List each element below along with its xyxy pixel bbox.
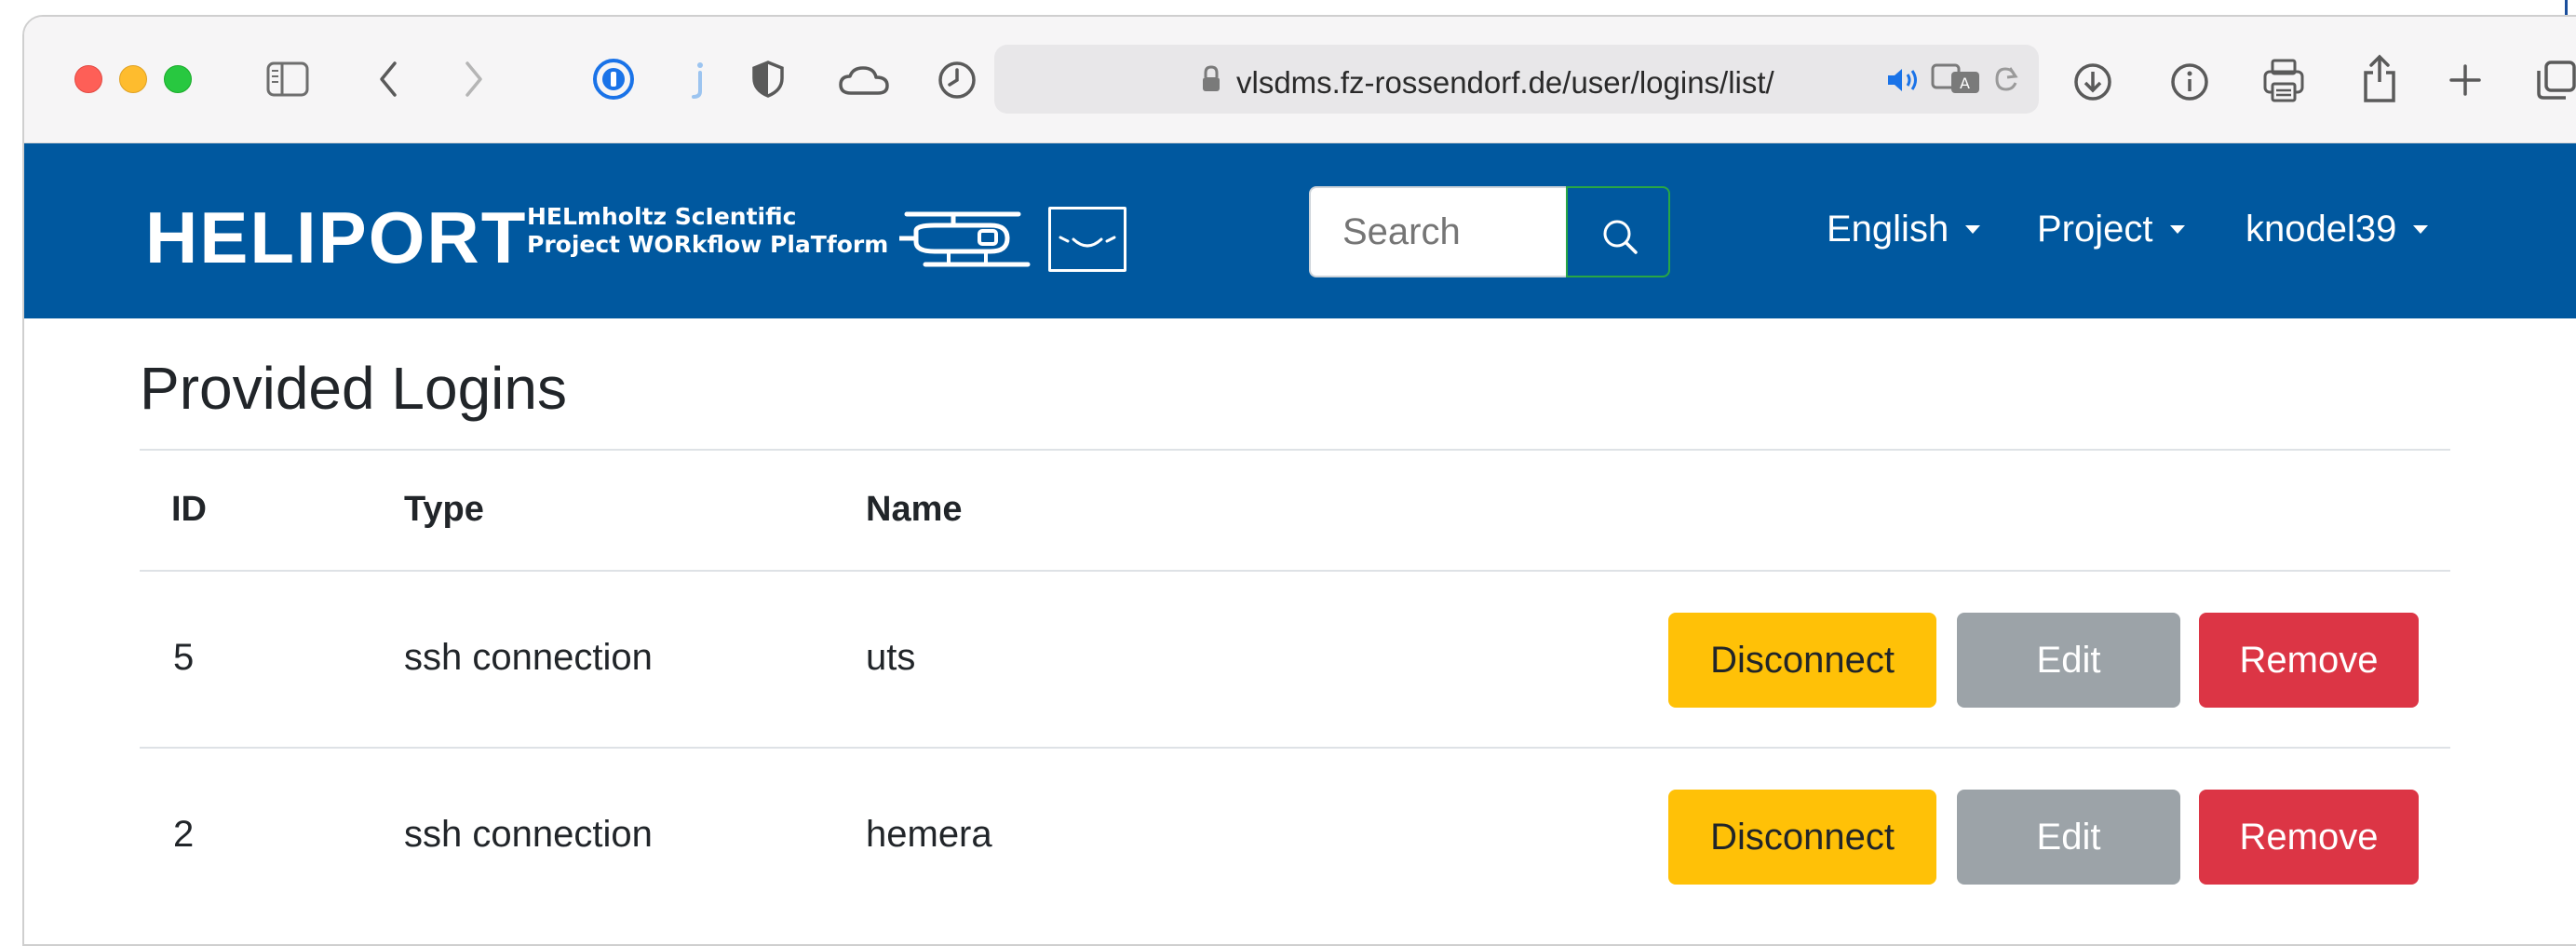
project-dropdown[interactable]: Project	[2037, 209, 2185, 250]
print-icon[interactable]	[2262, 58, 2305, 104]
minimize-window-button[interactable]	[119, 65, 147, 93]
back-icon[interactable]	[376, 60, 400, 99]
header-divider	[140, 570, 2450, 572]
chevron-down-icon	[1965, 225, 1981, 234]
row-id: 2	[173, 814, 195, 855]
edit-button[interactable]: Edit	[1957, 613, 2180, 708]
tab-overview-icon[interactable]	[2536, 60, 2576, 101]
search-icon	[1603, 220, 1638, 254]
desktop: vlsdms.fz-rossendorf.de/user/logins/list…	[0, 0, 2576, 946]
lock-icon	[1201, 65, 1221, 98]
language-dropdown[interactable]: English	[1827, 209, 1981, 250]
search-input[interactable]	[1309, 186, 1566, 277]
fullscreen-window-button[interactable]	[164, 65, 192, 93]
history-icon[interactable]	[937, 60, 978, 101]
search-button[interactable]	[1566, 186, 1670, 277]
url-text: vlsdms.fz-rossendorf.de/user/logins/list…	[1236, 65, 1774, 100]
user-dropdown[interactable]: knodel39	[2246, 209, 2429, 250]
title-divider	[140, 449, 2450, 451]
svg-text:A: A	[1960, 74, 1970, 92]
brand-logo-text[interactable]: HELIPORT	[145, 201, 527, 274]
edit-button[interactable]: Edit	[1957, 790, 2180, 885]
row-name: uts	[866, 637, 916, 678]
row-type: ssh connection	[404, 814, 653, 855]
chevron-down-icon	[2413, 225, 2429, 234]
row-type: ssh connection	[404, 637, 653, 678]
share-icon[interactable]	[2361, 54, 2398, 104]
brand-tagline: HELmholtz ScIentific Project WORkflow Pl…	[527, 203, 888, 259]
disconnect-button[interactable]: Disconnect	[1668, 790, 1936, 885]
smile-logo-icon	[1048, 207, 1126, 272]
cloud-icon[interactable]	[838, 65, 890, 97]
language-label: English	[1827, 209, 1949, 250]
translate-icon[interactable]: A	[1931, 63, 1983, 100]
site-navbar: HELIPORT HELmholtz ScIentific Project WO…	[24, 143, 2576, 318]
new-tab-icon[interactable]	[2448, 63, 2482, 97]
browser-window: vlsdms.fz-rossendorf.de/user/logins/list…	[22, 15, 2576, 946]
downloads-icon[interactable]	[2072, 61, 2113, 102]
row-divider	[140, 747, 2450, 749]
forward-icon[interactable]	[462, 60, 486, 99]
tagline-line-2: Project WORkflow PlaTform	[527, 231, 889, 258]
reload-icon[interactable]	[1992, 65, 2020, 98]
column-header-id: ID	[171, 490, 207, 529]
page-title: Provided Logins	[140, 355, 567, 422]
remove-button[interactable]: Remove	[2199, 613, 2419, 708]
address-bar[interactable]: vlsdms.fz-rossendorf.de/user/logins/list…	[994, 45, 2039, 114]
row-id: 5	[173, 637, 195, 678]
project-label: Project	[2037, 209, 2153, 250]
extension-j-icon[interactable]	[689, 58, 708, 101]
column-header-name: Name	[866, 490, 963, 529]
close-window-button[interactable]	[74, 65, 102, 93]
user-label: knodel39	[2246, 209, 2397, 250]
privacy-shield-icon[interactable]	[750, 60, 786, 99]
password-manager-icon[interactable]	[592, 58, 635, 101]
browser-toolbar: vlsdms.fz-rossendorf.de/user/logins/list…	[24, 17, 2576, 143]
speaker-icon[interactable]	[1886, 67, 1922, 98]
tagline-line-1: HELmholtz ScIentific	[527, 203, 797, 230]
disconnect-button[interactable]: Disconnect	[1668, 613, 1936, 708]
remove-button[interactable]: Remove	[2199, 790, 2419, 885]
helicopter-logo-icon	[897, 209, 1037, 280]
row-name: hemera	[866, 814, 992, 855]
column-header-type: Type	[404, 490, 484, 529]
sidebar-icon[interactable]	[266, 61, 309, 97]
chevron-down-icon	[2169, 225, 2185, 234]
info-icon[interactable]	[2169, 61, 2210, 102]
